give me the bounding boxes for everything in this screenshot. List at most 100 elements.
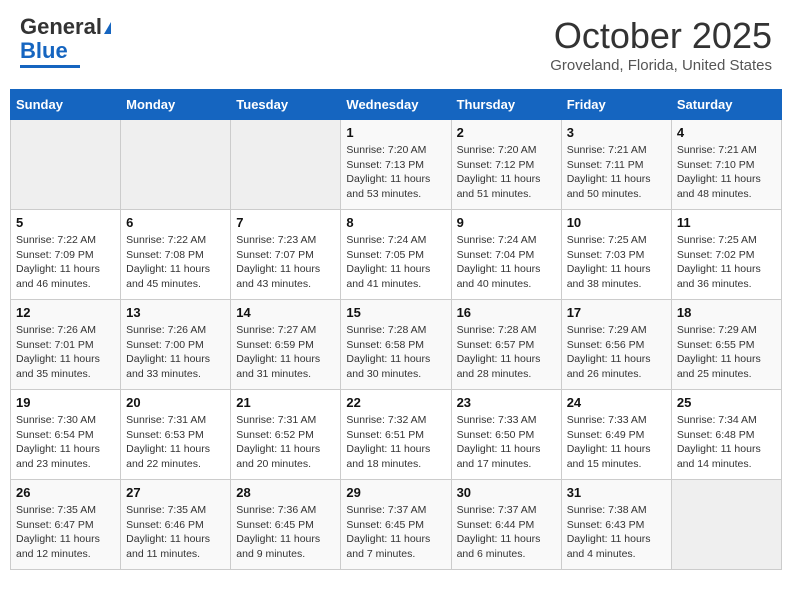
calendar-week-row: 12 Sunrise: 7:26 AM Sunset: 7:01 PM Dayli…: [11, 300, 782, 390]
calendar-cell: 22Sunrise: 7:32 AM Sunset: 6:51 PM Dayli…: [341, 390, 451, 480]
day-number: 17: [567, 305, 666, 320]
day-info: Sunrise: 7:26 AM Sunset: 7:01 PM Dayligh…: [16, 323, 115, 382]
calendar-week-row: 1 Sunrise: 7:20 AM Sunset: 7:13 PM Daylig…: [11, 120, 782, 210]
calendar-cell: 29 Sunrise: 7:37 AM Sunset: 6:45 PM Dayli…: [341, 480, 451, 570]
calendar-cell: 15 Sunrise: 7:28 AM Sunset: 6:58 PM Dayli…: [341, 300, 451, 390]
calendar-cell: 2 Sunrise: 7:20 AM Sunset: 7:12 PM Daylig…: [451, 120, 561, 210]
calendar-week-row: 26 Sunrise: 7:35 AM Sunset: 6:47 PM Dayli…: [11, 480, 782, 570]
calendar-week-row: 5Sunrise: 7:22 AM Sunset: 7:09 PM Daylig…: [11, 210, 782, 300]
calendar-cell: [11, 120, 121, 210]
weekday-wednesday: Wednesday: [341, 90, 451, 120]
day-info: Sunrise: 7:28 AM Sunset: 6:57 PM Dayligh…: [457, 323, 556, 382]
calendar-cell: 12 Sunrise: 7:26 AM Sunset: 7:01 PM Dayli…: [11, 300, 121, 390]
calendar-table: SundayMondayTuesdayWednesdayThursdayFrid…: [10, 89, 782, 570]
day-number: 29: [346, 485, 445, 500]
day-info: Sunrise: 7:31 AM Sunset: 6:52 PM Dayligh…: [236, 413, 335, 472]
day-number: 2: [457, 125, 556, 140]
day-number: 23: [457, 395, 556, 410]
calendar-cell: 7 Sunrise: 7:23 AM Sunset: 7:07 PM Daylig…: [231, 210, 341, 300]
calendar-cell: 18Sunrise: 7:29 AM Sunset: 6:55 PM Dayli…: [671, 300, 781, 390]
calendar-cell: 9 Sunrise: 7:24 AM Sunset: 7:04 PM Daylig…: [451, 210, 561, 300]
day-info: Sunrise: 7:22 AM Sunset: 7:08 PM Dayligh…: [126, 233, 225, 292]
calendar-cell: 24 Sunrise: 7:33 AM Sunset: 6:49 PM Dayli…: [561, 390, 671, 480]
calendar-cell: [231, 120, 341, 210]
day-info: Sunrise: 7:27 AM Sunset: 6:59 PM Dayligh…: [236, 323, 335, 382]
day-number: 21: [236, 395, 335, 410]
day-info: Sunrise: 7:26 AM Sunset: 7:00 PM Dayligh…: [126, 323, 225, 382]
weekday-header-row: SundayMondayTuesdayWednesdayThursdayFrid…: [11, 90, 782, 120]
calendar-week-row: 19Sunrise: 7:30 AM Sunset: 6:54 PM Dayli…: [11, 390, 782, 480]
calendar-cell: 25Sunrise: 7:34 AM Sunset: 6:48 PM Dayli…: [671, 390, 781, 480]
day-info: Sunrise: 7:33 AM Sunset: 6:50 PM Dayligh…: [457, 413, 556, 472]
calendar-cell: 5Sunrise: 7:22 AM Sunset: 7:09 PM Daylig…: [11, 210, 121, 300]
logo: General Blue: [20, 15, 111, 68]
weekday-thursday: Thursday: [451, 90, 561, 120]
day-number: 25: [677, 395, 776, 410]
calendar-cell: 23 Sunrise: 7:33 AM Sunset: 6:50 PM Dayli…: [451, 390, 561, 480]
weekday-saturday: Saturday: [671, 90, 781, 120]
location: Groveland, Florida, United States: [550, 57, 772, 74]
day-number: 4: [677, 125, 776, 140]
day-info: Sunrise: 7:21 AM Sunset: 7:11 PM Dayligh…: [567, 143, 666, 202]
calendar-cell: 26 Sunrise: 7:35 AM Sunset: 6:47 PM Dayli…: [11, 480, 121, 570]
day-info: Sunrise: 7:29 AM Sunset: 6:56 PM Dayligh…: [567, 323, 666, 382]
day-number: 1: [346, 125, 445, 140]
calendar-cell: 31Sunrise: 7:38 AM Sunset: 6:43 PM Dayli…: [561, 480, 671, 570]
calendar-cell: 3Sunrise: 7:21 AM Sunset: 7:11 PM Daylig…: [561, 120, 671, 210]
calendar-cell: 10Sunrise: 7:25 AM Sunset: 7:03 PM Dayli…: [561, 210, 671, 300]
day-number: 27: [126, 485, 225, 500]
logo-text: General: [20, 15, 111, 39]
day-info: Sunrise: 7:31 AM Sunset: 6:53 PM Dayligh…: [126, 413, 225, 472]
day-number: 20: [126, 395, 225, 410]
logo-text-blue: Blue: [20, 39, 68, 63]
day-number: 9: [457, 215, 556, 230]
calendar-cell: 28 Sunrise: 7:36 AM Sunset: 6:45 PM Dayli…: [231, 480, 341, 570]
day-number: 15: [346, 305, 445, 320]
day-info: Sunrise: 7:24 AM Sunset: 7:04 PM Dayligh…: [457, 233, 556, 292]
day-info: Sunrise: 7:33 AM Sunset: 6:49 PM Dayligh…: [567, 413, 666, 472]
day-number: 6: [126, 215, 225, 230]
calendar-cell: 16 Sunrise: 7:28 AM Sunset: 6:57 PM Dayli…: [451, 300, 561, 390]
day-number: 13: [126, 305, 225, 320]
calendar-body: 1 Sunrise: 7:20 AM Sunset: 7:13 PM Daylig…: [11, 120, 782, 570]
day-info: Sunrise: 7:25 AM Sunset: 7:02 PM Dayligh…: [677, 233, 776, 292]
day-info: Sunrise: 7:21 AM Sunset: 7:10 PM Dayligh…: [677, 143, 776, 202]
day-number: 18: [677, 305, 776, 320]
day-number: 11: [677, 215, 776, 230]
day-info: Sunrise: 7:20 AM Sunset: 7:13 PM Dayligh…: [346, 143, 445, 202]
calendar-cell: 6 Sunrise: 7:22 AM Sunset: 7:08 PM Daylig…: [121, 210, 231, 300]
day-info: Sunrise: 7:37 AM Sunset: 6:45 PM Dayligh…: [346, 503, 445, 562]
calendar-cell: 20 Sunrise: 7:31 AM Sunset: 6:53 PM Dayli…: [121, 390, 231, 480]
calendar-cell: 13 Sunrise: 7:26 AM Sunset: 7:00 PM Dayli…: [121, 300, 231, 390]
calendar-cell: 4 Sunrise: 7:21 AM Sunset: 7:10 PM Daylig…: [671, 120, 781, 210]
calendar-cell: 1 Sunrise: 7:20 AM Sunset: 7:13 PM Daylig…: [341, 120, 451, 210]
day-number: 30: [457, 485, 556, 500]
day-number: 7: [236, 215, 335, 230]
day-info: Sunrise: 7:28 AM Sunset: 6:58 PM Dayligh…: [346, 323, 445, 382]
title-block: October 2025 Groveland, Florida, United …: [550, 15, 772, 74]
calendar-cell: 8Sunrise: 7:24 AM Sunset: 7:05 PM Daylig…: [341, 210, 451, 300]
month-title: October 2025: [550, 15, 772, 57]
day-number: 16: [457, 305, 556, 320]
day-info: Sunrise: 7:24 AM Sunset: 7:05 PM Dayligh…: [346, 233, 445, 292]
weekday-friday: Friday: [561, 90, 671, 120]
calendar-cell: [671, 480, 781, 570]
calendar-cell: 14Sunrise: 7:27 AM Sunset: 6:59 PM Dayli…: [231, 300, 341, 390]
day-number: 22: [346, 395, 445, 410]
day-number: 24: [567, 395, 666, 410]
day-info: Sunrise: 7:36 AM Sunset: 6:45 PM Dayligh…: [236, 503, 335, 562]
calendar-header: SundayMondayTuesdayWednesdayThursdayFrid…: [11, 90, 782, 120]
logo-underline: [20, 65, 80, 68]
calendar-cell: 27Sunrise: 7:35 AM Sunset: 6:46 PM Dayli…: [121, 480, 231, 570]
day-number: 26: [16, 485, 115, 500]
day-info: Sunrise: 7:20 AM Sunset: 7:12 PM Dayligh…: [457, 143, 556, 202]
calendar-cell: 19Sunrise: 7:30 AM Sunset: 6:54 PM Dayli…: [11, 390, 121, 480]
day-number: 10: [567, 215, 666, 230]
day-number: 28: [236, 485, 335, 500]
day-info: Sunrise: 7:30 AM Sunset: 6:54 PM Dayligh…: [16, 413, 115, 472]
day-info: Sunrise: 7:23 AM Sunset: 7:07 PM Dayligh…: [236, 233, 335, 292]
day-info: Sunrise: 7:35 AM Sunset: 6:47 PM Dayligh…: [16, 503, 115, 562]
calendar-cell: [121, 120, 231, 210]
page-header: General Blue October 2025 Groveland, Flo…: [10, 10, 782, 79]
day-number: 12: [16, 305, 115, 320]
